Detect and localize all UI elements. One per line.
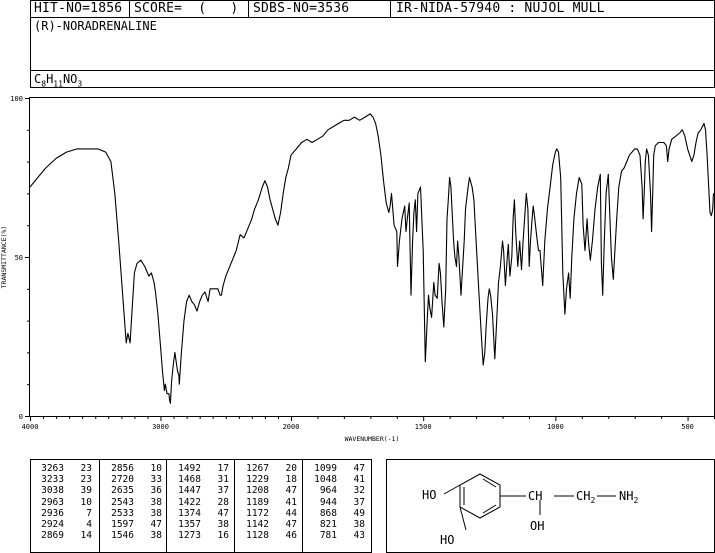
peak-wavenumber: 781 — [319, 530, 337, 542]
y-tick-label: 100 — [10, 95, 23, 103]
x-tick-label: 4000 — [22, 423, 39, 431]
peak-wavenumber: 1546 — [111, 530, 134, 542]
peak-transmittance: 23 — [80, 463, 92, 474]
peak-wavenumber: 2720 — [111, 474, 134, 486]
benzene-ring — [459, 473, 501, 519]
peak-transmittance: 41 — [353, 474, 365, 486]
oh-label: OH — [530, 519, 544, 533]
peak-wavenumber: 2533 — [111, 507, 134, 519]
x-axis-label: WAVENUMBER(-1) — [345, 435, 400, 443]
peak-transmittance: 38 — [150, 496, 162, 508]
peak-transmittance: 47 — [285, 485, 297, 497]
ir-number: IR-NIDA-57940 : NUJOL MULL — [396, 1, 605, 16]
axis-tick-labels: 4000 3000 2000 1500 1000 500 0 50 100 — [10, 95, 694, 431]
score: SCORE= ( ) — [134, 1, 239, 16]
peak-transmittance: 7 — [86, 507, 92, 519]
peak-transmittance: 47 — [217, 507, 229, 519]
peak-wavenumber: 1048 — [314, 474, 337, 486]
peak-wavenumber: 2543 — [111, 496, 134, 508]
peak-transmittance: 36 — [150, 485, 162, 497]
peak-transmittance: 38 — [150, 530, 162, 542]
peak-wavenumber: 3038 — [41, 485, 64, 497]
peak-transmittance: 39 — [80, 485, 92, 497]
peak-transmittance: 14 — [80, 530, 92, 542]
peak-transmittance: 10 — [80, 496, 92, 508]
peak-transmittance: 23 — [80, 474, 92, 486]
peak-transmittance: 43 — [353, 530, 365, 542]
peak-wavenumber: 1208 — [246, 485, 269, 497]
peak-transmittance: 31 — [217, 474, 229, 486]
x-tick-label: 3000 — [152, 423, 169, 431]
peak-wavenumber: 2856 — [111, 463, 134, 474]
ch-label: CH — [528, 489, 542, 503]
peak-wavenumber: 1447 — [178, 485, 201, 497]
peak-transmittance: 47 — [285, 519, 297, 530]
compound-formula: C8H11NO3 — [34, 72, 83, 89]
peak-wavenumber: 1229 — [246, 474, 269, 486]
peak-wavenumber: 1172 — [246, 507, 269, 519]
peak-wavenumber: 1492 — [178, 463, 201, 474]
peak-transmittance: 47 — [353, 463, 365, 474]
peak-wavenumber: 3233 — [41, 474, 64, 486]
y-tick-label: 50 — [15, 254, 23, 262]
peak-transmittance: 47 — [150, 519, 162, 530]
peak-transmittance: 33 — [150, 474, 162, 486]
peak-wavenumber: 2635 — [111, 485, 134, 497]
peak-wavenumber: 964 — [319, 485, 337, 497]
peak-wavenumber: 1422 — [178, 496, 201, 508]
peak-wavenumber: 944 — [319, 496, 337, 508]
peak-transmittance: 38 — [217, 519, 229, 530]
peak-wavenumber: 1597 — [111, 519, 134, 530]
peak-wavenumber: 1273 — [178, 530, 201, 542]
peak-transmittance: 37 — [353, 496, 365, 508]
peak-wavenumber: 2869 — [41, 530, 64, 542]
peak-transmittance: 16 — [217, 530, 229, 542]
peak-transmittance: 44 — [285, 507, 297, 519]
nh2-label: NH2 — [619, 489, 638, 505]
peak-transmittance: 17 — [217, 463, 229, 474]
peak-wavenumber: 2924 — [41, 519, 64, 530]
peak-wavenumber: 1468 — [178, 474, 201, 486]
peak-transmittance: 37 — [217, 485, 229, 497]
peak-wavenumber: 1374 — [178, 507, 201, 519]
peak-wavenumber: 2963 — [41, 496, 64, 508]
peak-wavenumber: 821 — [319, 519, 337, 530]
y-axis-label: TRANSMITTANCE(%) — [0, 226, 8, 289]
peak-wavenumber: 1189 — [246, 496, 269, 508]
peak-wavenumber: 1142 — [246, 519, 269, 530]
x-tick-label: 1000 — [547, 423, 564, 431]
peak-wavenumber: 868 — [319, 507, 337, 519]
peak-transmittance: 38 — [150, 507, 162, 519]
peak-wavenumber: 1128 — [246, 530, 269, 542]
x-tick-label: 1500 — [415, 423, 432, 431]
x-tick-label: 500 — [681, 423, 694, 431]
structure-diagram: HO HO CH CH2 NH2 OH — [422, 473, 638, 547]
sdbs-number: SDBS-NO=3536 — [253, 1, 350, 16]
ho-top-label: HO — [422, 488, 436, 502]
ho-bottom-label: HO — [440, 533, 454, 547]
peak-wavenumber: 1357 — [178, 519, 201, 530]
axis-ticks — [25, 98, 715, 421]
peak-wavenumber: 2936 — [41, 507, 64, 519]
hit-number: HIT-NO=1856 — [34, 1, 123, 16]
spectrum-line — [29, 113, 715, 404]
peak-transmittance: 20 — [285, 463, 297, 474]
ir-spectrum-chart: 4000 3000 2000 1500 1000 500 0 50 100 WAVENUMBER… — [0, 95, 715, 443]
peak-transmittance: 46 — [285, 530, 297, 542]
peak-transmittance: 32 — [353, 485, 365, 497]
peak-wavenumber: 3263 — [41, 463, 64, 474]
peak-transmittance: 4 — [86, 519, 92, 530]
peak-transmittance: 28 — [217, 496, 229, 508]
peak-transmittance: 49 — [353, 507, 365, 519]
peak-transmittance: 18 — [285, 474, 297, 486]
peak-wavenumber: 1267 — [246, 463, 269, 474]
peak-transmittance: 10 — [150, 463, 162, 474]
peak-wavenumber: 1099 — [314, 463, 337, 474]
peak-transmittance: 38 — [353, 519, 365, 530]
compound-name: (R)-NORADRENALINE — [34, 19, 157, 33]
peak-transmittance: 41 — [285, 496, 297, 508]
ch2-label: CH2 — [576, 489, 595, 505]
x-tick-label: 2000 — [283, 423, 300, 431]
y-tick-label: 0 — [19, 413, 23, 421]
